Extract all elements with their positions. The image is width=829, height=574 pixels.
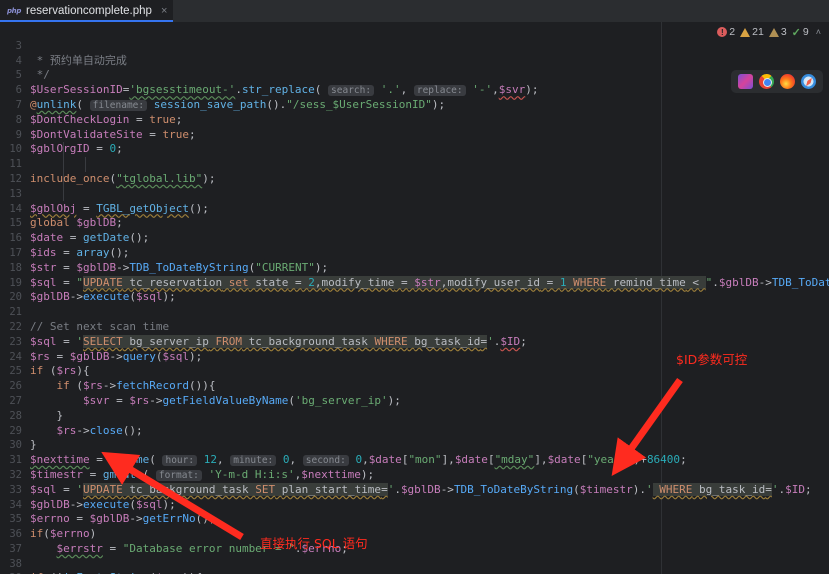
code-line[interactable]: 5 $UserSessionID='bgsesstimeout-'.str_re… bbox=[0, 54, 799, 97]
code-editor[interactable]: 3 * 预约单自动完成 4 */ 5 $UserSessionID='bgses… bbox=[0, 22, 829, 574]
code-line[interactable]: 8 $DontValidateSite = true; bbox=[0, 98, 799, 141]
code-line[interactable]: 29 } bbox=[0, 409, 799, 452]
ide-window: php reservationcomplete.php × 3 * 预约单自动完… bbox=[0, 0, 829, 574]
warning-count: 21 bbox=[752, 26, 764, 38]
code-line[interactable]: 37 bbox=[0, 527, 799, 555]
error-icon: ! bbox=[717, 27, 728, 37]
php-file-icon-text: php bbox=[6, 7, 22, 15]
editor-tab-reservationcomplete-php[interactable]: php reservationcomplete.php × bbox=[0, 0, 174, 22]
chrome-icon[interactable] bbox=[759, 74, 774, 89]
code-line[interactable]: 22 $sql = 'SELECT bg_server_ip FROM tc_b… bbox=[0, 305, 799, 348]
code-line[interactable]: 12 bbox=[0, 157, 799, 185]
code-line[interactable]: 6 @unlink( filename: session_save_path()… bbox=[0, 68, 799, 111]
code-line[interactable]: 13 $gblObj = TGBL_getObject(); bbox=[0, 172, 799, 215]
code-line[interactable]: 34 $errno = $gblDB->getErrNo(); bbox=[0, 483, 799, 526]
safari-icon[interactable] bbox=[801, 74, 816, 89]
inspection-status-widget[interactable]: ! 2 21 3 ✓ 9 ˄ bbox=[711, 22, 827, 42]
chevron-up-icon[interactable]: ˄ bbox=[816, 27, 821, 37]
code-line[interactable]: 31 $timestr = gmdate( format: 'Y-m-d H:i… bbox=[0, 438, 799, 481]
code-line[interactable]: 7 $DontCheckLogin = true; bbox=[0, 83, 799, 126]
code-line[interactable]: 38 if (!isEmptyString($svr)){ bbox=[0, 542, 799, 574]
weak-warning-count: 3 bbox=[780, 26, 787, 38]
code-line[interactable]: 33 $gblDB->execute($sql); bbox=[0, 468, 799, 511]
code-content[interactable]: 3 * 预约单自动完成 4 */ 5 $UserSessionID='bgses… bbox=[0, 24, 829, 574]
code-line[interactable]: 23 $rs = $gblDB->query($sql); bbox=[0, 320, 799, 363]
editor-tab-label: reservationcomplete.php bbox=[26, 5, 152, 17]
jetbrains-browser-icon[interactable] bbox=[738, 74, 753, 89]
error-badge[interactable]: ! 2 bbox=[717, 26, 735, 38]
close-icon[interactable]: × bbox=[161, 5, 167, 17]
ok-count: 9 bbox=[802, 26, 809, 38]
code-line[interactable]: 18 $sql = "UPDATE tc_reservation set sta… bbox=[0, 246, 829, 289]
code-line[interactable]: 16 $ids = array(); bbox=[0, 216, 799, 259]
error-count: 2 bbox=[729, 26, 736, 38]
warning-icon bbox=[740, 27, 751, 37]
code-line[interactable]: 28 $rs->close(); bbox=[0, 394, 799, 437]
code-line[interactable]: 3 * 预约单自动完成 bbox=[0, 24, 799, 67]
code-line[interactable]: 30 $nexttime = mktime( hour: 12, minute:… bbox=[0, 424, 799, 467]
code-line[interactable]: 21 // Set next scan time bbox=[0, 290, 799, 333]
code-line[interactable]: 27 } bbox=[0, 379, 799, 422]
annotation-direct-sql-execution: 直接执行 SQL 语句 bbox=[260, 536, 368, 551]
ok-badge[interactable]: ✓ 9 bbox=[792, 26, 809, 39]
code-line[interactable]: 11 include_once("tglobal.lib"); bbox=[0, 142, 799, 185]
code-line[interactable]: 19 $gblDB->execute($sql); bbox=[0, 261, 799, 304]
code-line[interactable]: 24 if ($rs){ bbox=[0, 335, 799, 378]
code-line[interactable]: 14 global $gblDB; bbox=[0, 187, 799, 230]
weak-warning-badge[interactable]: 3 bbox=[768, 26, 787, 38]
warning-badge[interactable]: 21 bbox=[740, 26, 764, 38]
annotation-id-param-controllable: $ID参数可控 bbox=[676, 352, 748, 367]
editor-tab-bar: php reservationcomplete.php × bbox=[0, 0, 829, 22]
code-line[interactable]: 15 $date = getDate(); bbox=[0, 202, 799, 244]
code-line[interactable]: 10 bbox=[0, 128, 799, 155]
code-line[interactable]: 36 $errstr = "Database error number = ".… bbox=[0, 512, 799, 555]
checkmark-icon: ✓ bbox=[791, 26, 801, 39]
code-line[interactable]: 9 $gblOrgID = 0; bbox=[0, 113, 799, 156]
code-line[interactable]: 35 if($errno) bbox=[0, 498, 799, 540]
code-line[interactable]: 32 $sql = 'UPDATE tc_background_task SET… bbox=[0, 453, 812, 496]
php-file-icon: php bbox=[7, 6, 21, 17]
code-line[interactable]: 17 $str = $gblDB->TDB_ToDateByString("CU… bbox=[0, 231, 799, 274]
browser-launch-bar[interactable] bbox=[731, 70, 823, 93]
code-line[interactable]: 20 bbox=[0, 276, 799, 303]
weak-warning-icon bbox=[768, 27, 779, 37]
code-line[interactable]: 39 $fp = @fsockopen($svr,$gblObj->getBGP… bbox=[0, 557, 799, 574]
firefox-icon[interactable] bbox=[780, 74, 795, 89]
code-line[interactable]: 4 */ bbox=[0, 39, 799, 82]
